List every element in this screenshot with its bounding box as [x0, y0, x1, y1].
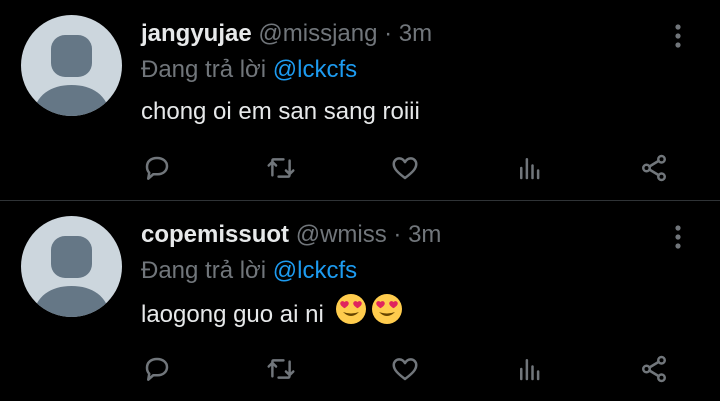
timestamp[interactable]: 3m	[408, 221, 441, 248]
reply-context: Đang trả lời @lckcfs	[141, 54, 357, 86]
tweet-header: jangyujae @missjang · 3m	[141, 18, 432, 50]
more-vertical-icon[interactable]	[668, 20, 688, 52]
like-icon[interactable]	[385, 349, 425, 389]
reply-mention-link[interactable]: @lckcfs	[273, 257, 357, 284]
share-icon[interactable]	[634, 349, 674, 389]
separator: ·	[384, 20, 393, 47]
tweet-item[interactable]: copemissuot @wmiss · 3m Đang trả lời @lc…	[0, 201, 720, 401]
user-handle[interactable]: @wmiss	[296, 221, 387, 248]
tweet-actions	[0, 349, 720, 389]
tweet-text: chong oi em san sang roiii	[141, 98, 420, 125]
tweet-actions	[0, 148, 720, 188]
timestamp[interactable]: 3m	[399, 20, 432, 47]
reply-icon[interactable]	[137, 148, 177, 188]
more-vertical-icon[interactable]	[668, 221, 688, 253]
user-handle[interactable]: @missjang	[258, 20, 377, 47]
tweet-header: copemissuot @wmiss · 3m	[141, 219, 441, 251]
default-avatar-icon[interactable]	[21, 216, 122, 317]
tweet-text: laogong guo ai ni	[141, 294, 403, 334]
share-icon[interactable]	[634, 148, 674, 188]
heart-eyes-emoji	[335, 293, 367, 334]
retweet-icon[interactable]	[261, 148, 301, 188]
analytics-icon[interactable]	[510, 349, 550, 389]
tweet-item[interactable]: jangyujae @missjang · 3m Đang trả lời @l…	[0, 0, 720, 201]
reply-prefix: Đang trả lời	[141, 56, 267, 83]
reply-icon[interactable]	[137, 349, 177, 389]
reply-prefix: Đang trả lời	[141, 257, 267, 284]
retweet-icon[interactable]	[261, 349, 301, 389]
tweet-text-content: laogong guo ai ni	[141, 300, 324, 328]
like-icon[interactable]	[385, 148, 425, 188]
separator: ·	[393, 221, 402, 248]
username[interactable]: copemissuot	[141, 221, 289, 248]
analytics-icon[interactable]	[510, 148, 550, 188]
default-avatar-icon[interactable]	[21, 15, 122, 116]
heart-eyes-emoji	[371, 293, 403, 334]
username[interactable]: jangyujae	[141, 20, 252, 47]
reply-mention-link[interactable]: @lckcfs	[273, 56, 357, 83]
reply-context: Đang trả lời @lckcfs	[141, 255, 357, 287]
